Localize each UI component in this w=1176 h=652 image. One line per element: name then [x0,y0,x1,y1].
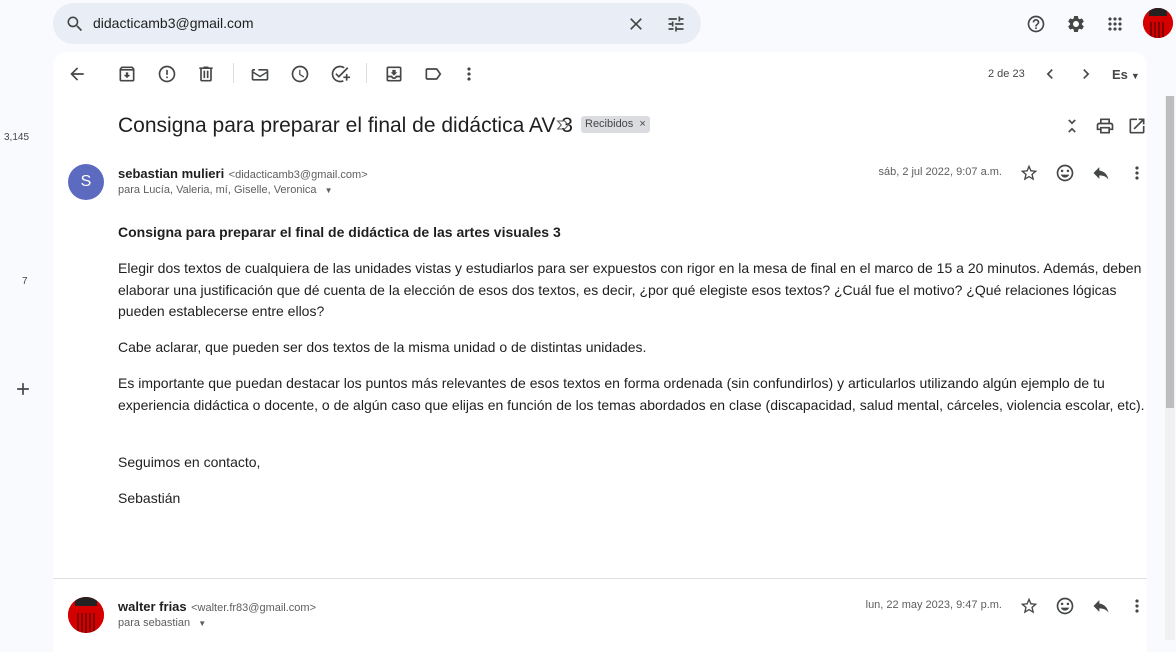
recipients-line[interactable]: para sebastian ▼ [118,617,206,629]
message-paragraph: Es importante que puedan destacar los pu… [118,375,1145,413]
snooze-clock-icon[interactable] [288,62,312,86]
message-more-icon[interactable] [1125,161,1149,185]
toolbar-divider [233,63,234,83]
sender-name[interactable]: walter frias [118,599,187,614]
help-icon[interactable] [1024,12,1048,36]
message-paragraph: Cabe aclarar, que pueden ser dos textos … [118,339,647,355]
search-options-icon[interactable] [664,12,688,36]
star-icon[interactable] [1017,161,1041,185]
reply-icon[interactable] [1089,594,1113,618]
scrollbar-thumb[interactable] [1166,96,1174,408]
sender-line: sebastian mulieri <didacticamb3@gmail.co… [118,165,368,183]
input-tools-button[interactable]: Es ▼ [1112,67,1140,82]
recipients-dropdown-icon[interactable]: ▼ [325,186,333,195]
next-chevron-icon[interactable] [1074,62,1098,86]
message-date: sáb, 2 jul 2022, 9:07 a.m. [878,166,1002,178]
message-date: lun, 22 may 2023, 9:47 p.m. [865,599,1002,611]
sender-avatar[interactable] [68,597,104,633]
emoji-reaction-icon[interactable] [1053,594,1077,618]
more-vert-icon[interactable] [457,62,481,86]
message-divider [53,578,1147,579]
message-panel: 2 de 23 Es ▼ Consigna para preparar el fi… [53,52,1147,652]
print-icon[interactable] [1093,114,1117,138]
search-bar[interactable]: didacticamb3@gmail.com [53,3,701,44]
language-label: Es [1112,67,1128,82]
recipients-text: para sebastian [118,617,191,629]
sender-email: <walter.fr83@gmail.com> [191,602,316,614]
archive-icon[interactable] [115,62,139,86]
apps-grid-icon[interactable] [1103,12,1127,36]
message-title: Consigna para preparar el final de didác… [118,224,561,240]
rail-count: 3,145 [4,132,30,143]
prev-chevron-icon[interactable] [1038,62,1062,86]
rail-count: 7 [22,276,28,287]
message-more-icon[interactable] [1125,594,1149,618]
recipients-line[interactable]: para Lucía, Valeria, mí, Giselle, Veroni… [118,184,333,196]
search-input[interactable]: didacticamb3@gmail.com [93,15,254,31]
add-to-tasks-icon[interactable] [328,62,352,86]
emoji-reaction-icon[interactable] [1053,161,1077,185]
settings-gear-icon[interactable] [1064,12,1088,36]
thread-subject: Consigna para preparar el final de didác… [118,114,573,137]
back-arrow-icon[interactable] [65,62,89,86]
collapse-all-icon[interactable] [1060,114,1084,138]
sender-avatar[interactable]: S [68,164,104,200]
pagination-text: 2 de 23 [988,68,1025,80]
move-to-icon[interactable] [382,62,406,86]
remove-label-icon[interactable]: × [639,118,645,130]
importance-marker-icon[interactable] [553,115,573,135]
sender-line: walter frias <walter.fr83@gmail.com> [118,598,316,616]
label-text: Recibidos [585,118,634,130]
message-paragraph: Seguimos en contacto, [118,454,261,470]
clear-search-icon[interactable] [624,12,648,36]
search-icon[interactable] [63,12,87,36]
message-signature: Sebastián [118,490,181,506]
label-icon[interactable] [421,62,445,86]
toolbar-divider [366,63,367,83]
dropdown-caret-icon: ▼ [1130,71,1140,81]
recipients-text: para Lucía, Valeria, mí, Giselle, Veroni… [118,184,317,196]
inbox-label-chip[interactable]: Recibidos × [581,116,650,133]
star-icon[interactable] [1017,594,1041,618]
sender-email: <didacticamb3@gmail.com> [228,169,368,181]
mark-unread-icon[interactable] [248,62,272,86]
add-icon[interactable] [11,377,35,401]
recipients-dropdown-icon[interactable]: ▼ [198,619,206,628]
report-spam-icon[interactable] [155,62,179,86]
reply-icon[interactable] [1089,161,1113,185]
open-new-window-icon[interactable] [1125,114,1149,138]
sender-name[interactable]: sebastian mulieri [118,166,224,181]
delete-icon[interactable] [194,62,218,86]
account-avatar[interactable] [1143,8,1173,38]
message-paragraph: Elegir dos textos de cualquiera de las u… [118,260,1142,319]
